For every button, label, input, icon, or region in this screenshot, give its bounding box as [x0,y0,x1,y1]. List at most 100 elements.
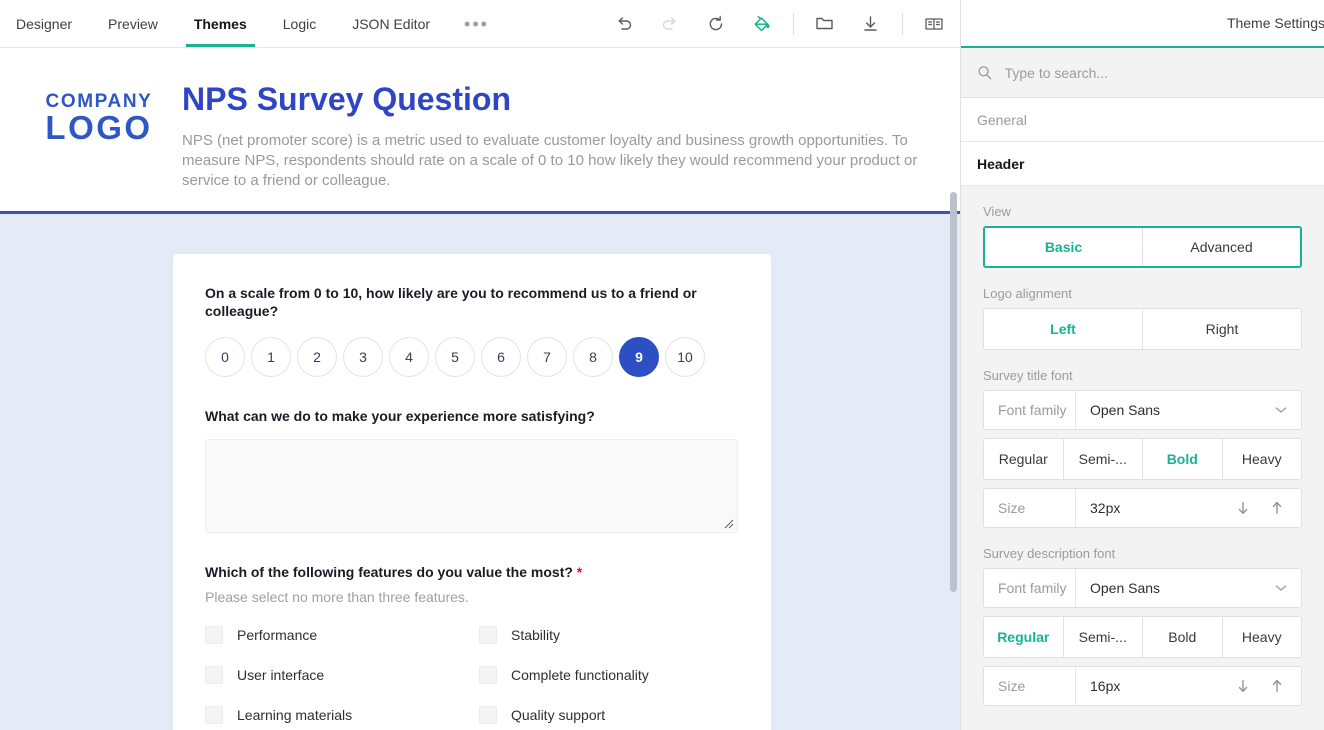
rating-item-2[interactable]: 2 [297,337,337,377]
arrow-down-icon[interactable] [1229,671,1257,701]
rating-item-8[interactable]: 8 [573,337,613,377]
tab-designer-label: Designer [16,16,72,32]
section-header[interactable]: Header [961,142,1324,186]
more-tabs-icon[interactable]: ••• [448,0,505,47]
logo-alignment-option-right[interactable]: Right [1143,309,1301,349]
checkbox-box-icon[interactable] [479,626,497,644]
editor-scrollbar-thumb[interactable] [950,192,957,592]
rating-item-10[interactable]: 10 [665,337,705,377]
logo-alignment-option-left[interactable]: Left [984,309,1143,349]
section-general[interactable]: General [961,98,1324,142]
top-tabbar: Designer Preview Themes Logic JSON Edito… [0,0,960,48]
editor-toolbar [601,0,957,47]
title-weight-heavy[interactable]: Heavy [1223,439,1302,479]
theme-settings-panel: Theme Settings General Header View Basic… [960,0,1324,730]
field-survey-title-font: Survey title font Font family Open Sans … [983,368,1302,528]
search-icon [977,64,993,81]
chevron-down-icon[interactable] [1261,406,1301,414]
app-root: Designer Preview Themes Logic JSON Edito… [0,0,1324,730]
arrow-down-icon[interactable] [1229,493,1257,523]
rating-item-9[interactable]: 9 [619,337,659,377]
survey-header[interactable]: COMPANY LOGO NPS Survey Question NPS (ne… [0,48,960,214]
tab-list: Designer Preview Themes Logic JSON Edito… [0,0,505,47]
survey-title[interactable]: NPS Survey Question [182,82,919,117]
title-font-size-field[interactable]: Size 32px [983,488,1302,528]
chevron-down-icon[interactable] [1261,584,1301,592]
rating-scale: 0 1 2 3 4 5 6 7 8 9 10 [205,337,739,377]
description-weight-heavy[interactable]: Heavy [1223,617,1302,657]
description-weight-semibold[interactable]: Semi-... [1064,617,1144,657]
description-font-size-value[interactable]: 16px [1076,678,1229,694]
preview-book-icon[interactable] [911,0,957,48]
checkbox-label: Stability [511,625,560,645]
title-weight-semibold[interactable]: Semi-... [1064,439,1144,479]
checkbox-option-quality-support[interactable]: Quality support [479,705,739,730]
view-option-basic[interactable]: Basic [985,228,1143,266]
checkbox-option-performance[interactable]: Performance [205,625,479,645]
tab-logic[interactable]: Logic [265,0,334,47]
rating-item-0[interactable]: 0 [205,337,245,377]
redo-icon[interactable] [647,0,693,48]
description-font-size-key: Size [984,667,1076,705]
arrow-up-icon[interactable] [1263,493,1291,523]
editor-scrollbar[interactable] [948,192,958,730]
field-view-label: View [983,204,1302,219]
rating-item-1[interactable]: 1 [251,337,291,377]
arrow-up-icon[interactable] [1263,671,1291,701]
search-input[interactable] [1005,65,1308,81]
theme-fill-icon[interactable] [739,0,785,48]
resize-grip-icon[interactable] [724,519,734,529]
rating-item-6[interactable]: 6 [481,337,521,377]
checkbox-box-icon[interactable] [205,626,223,644]
field-logo-alignment-label: Logo alignment [983,286,1302,301]
rating-item-4[interactable]: 4 [389,337,429,377]
tab-designer[interactable]: Designer [0,0,90,47]
title-weight-regular[interactable]: Regular [984,439,1064,479]
editor-area: Designer Preview Themes Logic JSON Edito… [0,0,960,730]
theme-search-row[interactable] [961,48,1324,98]
tab-themes[interactable]: Themes [176,0,265,47]
open-folder-icon[interactable] [802,0,848,48]
question-rating: On a scale from 0 to 10, how likely are … [205,284,739,376]
title-font-size-key: Size [984,489,1076,527]
reset-icon[interactable] [693,0,739,48]
checkbox-box-icon[interactable] [205,666,223,684]
description-font-family-select[interactable]: Font family Open Sans [983,568,1302,608]
view-option-advanced[interactable]: Advanced [1143,228,1300,266]
description-weight-bold[interactable]: Bold [1143,617,1223,657]
description-font-family-key: Font family [984,569,1076,607]
rating-item-7[interactable]: 7 [527,337,567,377]
field-survey-description-font-label: Survey description font [983,546,1302,561]
description-font-family-value: Open Sans [1076,580,1261,596]
description-font-size-field[interactable]: Size 16px [983,666,1302,706]
checkbox-option-stability[interactable]: Stability [479,625,739,645]
title-font-family-select[interactable]: Font family Open Sans [983,390,1302,430]
title-weight-bold[interactable]: Bold [1143,439,1223,479]
tab-preview[interactable]: Preview [90,0,176,47]
title-font-size-value[interactable]: 32px [1076,500,1229,516]
checkbox-options: Performance Stability User interface [205,625,739,730]
checkbox-option-complete-functionality[interactable]: Complete functionality [479,665,739,685]
toolbar-divider-1 [793,13,794,35]
checkbox-label: User interface [237,665,324,685]
checkbox-option-learning-materials[interactable]: Learning materials (documentation, demos… [205,705,479,730]
rating-item-3[interactable]: 3 [343,337,383,377]
description-weight-regular[interactable]: Regular [984,617,1064,657]
checkbox-option-user-interface[interactable]: User interface [205,665,479,685]
checkbox-box-icon[interactable] [205,706,223,724]
description-font-weight-control: Regular Semi-... Bold Heavy [983,616,1302,658]
logo-line-2: LOGO [45,111,152,146]
rating-item-5[interactable]: 5 [435,337,475,377]
question-rating-title: On a scale from 0 to 10, how likely are … [205,284,739,320]
comment-textarea[interactable] [205,439,738,533]
undo-icon[interactable] [601,0,647,48]
checkbox-label: Learning materials (documentation, demos… [237,705,447,730]
question-checkbox-title: Which of the following features do you v… [205,563,739,581]
checkbox-box-icon[interactable] [479,666,497,684]
toolbar-divider-2 [902,13,903,35]
survey-description[interactable]: NPS (net promoter score) is a metric use… [182,131,919,191]
tab-json-editor[interactable]: JSON Editor [334,0,448,47]
checkbox-box-icon[interactable] [479,706,497,724]
survey-logo[interactable]: COMPANY LOGO [24,70,174,146]
download-icon[interactable] [848,0,894,48]
